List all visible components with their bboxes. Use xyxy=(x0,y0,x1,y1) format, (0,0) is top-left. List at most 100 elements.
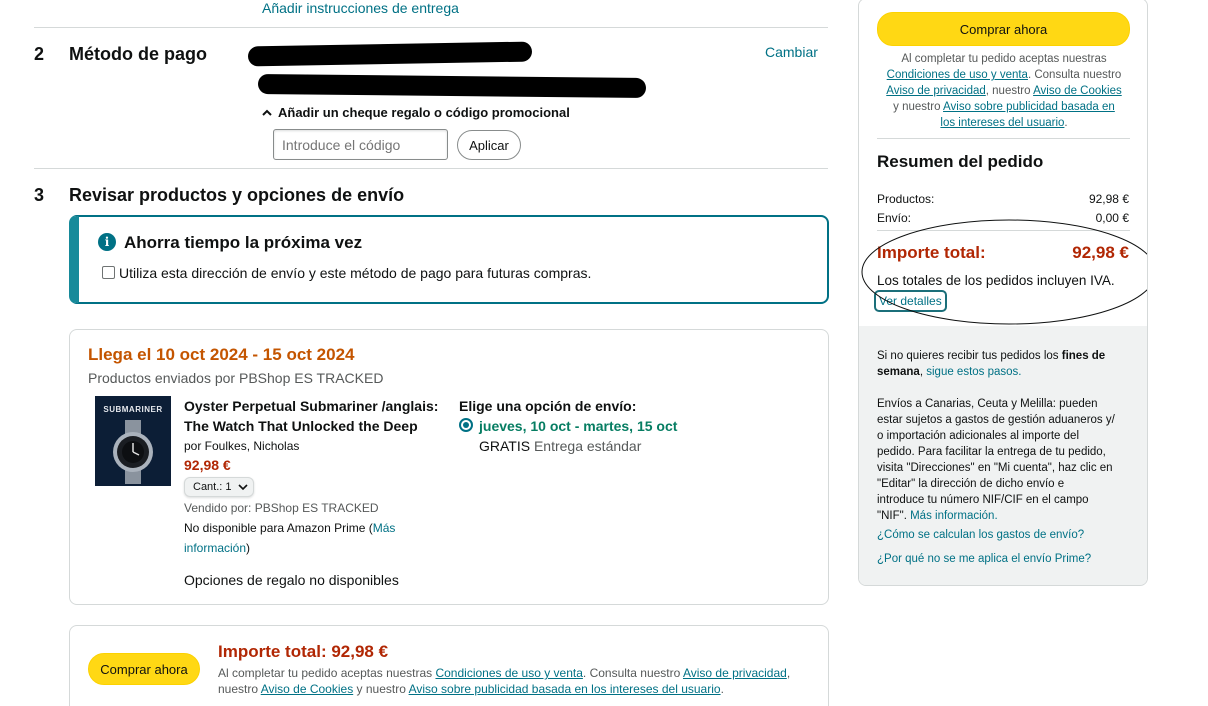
cover-title: SUBMARINER xyxy=(103,405,163,414)
ads-notice-link-2[interactable]: los intereses del usuario xyxy=(940,117,1064,129)
chevron-up-icon xyxy=(262,109,272,116)
divider xyxy=(34,168,828,169)
save-preferences-label: Utiliza esta dirección de envío y este m… xyxy=(119,265,592,281)
sold-by: Vendido por: PBShop ES TRACKED xyxy=(184,501,379,515)
watch-icon xyxy=(113,420,153,484)
change-payment-link[interactable]: Cambiar xyxy=(765,44,818,60)
buy-now-button-bottom[interactable]: Comprar ahora xyxy=(88,653,200,685)
canarias-line: visita "Direcciones" en "Mi cuenta", haz… xyxy=(877,462,1113,474)
apply-promo-button[interactable]: Aplicar xyxy=(457,130,521,160)
free-label: GRATIS xyxy=(479,438,531,454)
legal-text: . Consulta nuestro xyxy=(582,666,681,680)
legal-text: . xyxy=(720,682,724,696)
arrival-date: Llega el 10 oct 2024 - 15 oct 2024 xyxy=(88,345,355,364)
prime-note-line2: información) xyxy=(184,541,250,555)
payment-method-title: Método de pago xyxy=(69,44,207,64)
legal-text: Al completar tu pedido aceptas nuestras xyxy=(218,666,433,680)
quantity-label: Cant.: 1 xyxy=(193,481,232,493)
more-info-link[interactable]: Más información. xyxy=(910,510,998,522)
legal-line: Condiciones de uso y venta. Consulta nue… xyxy=(859,67,1147,83)
legal-text: y nuestro xyxy=(893,101,941,113)
add-delivery-instructions-link[interactable]: Añadir instrucciones de entrega xyxy=(262,0,459,16)
weekend-steps-link[interactable]: sigue estos pasos. xyxy=(926,366,1021,378)
save-time-info-box: i Ahorra tiempo la próxima vez Utiliza e… xyxy=(69,215,829,304)
product-title[interactable]: Oyster Perpetual Submariner /anglais: xyxy=(184,398,438,414)
prime-note: No disponible para Amazon Prime (Más xyxy=(184,521,395,535)
divider xyxy=(34,27,828,28)
shipping-option-cost: GRATIS Entrega estándar xyxy=(479,438,641,454)
canarias-line: "NIF". Más información. xyxy=(877,508,1147,524)
legal-text: . Consulta nuestro xyxy=(1027,69,1122,81)
bottom-total: Importe total: 92,98 € xyxy=(218,642,388,662)
weekend-text-2: , xyxy=(919,366,924,378)
product-price: 92,98 € xyxy=(184,457,231,473)
prime-shipping-link[interactable]: ¿Por qué no se me aplica el envío Prime? xyxy=(877,553,1091,565)
weekend-note: Si no quieres recibir tus pedidos los fi… xyxy=(877,348,1142,380)
divider xyxy=(877,138,1130,139)
canarias-line: introduce tu número NIF/CIF en el campo xyxy=(877,494,1089,506)
save-preferences-checkbox[interactable] xyxy=(102,266,115,279)
legal-text: . xyxy=(1064,117,1068,129)
products-label: Productos: xyxy=(877,192,935,206)
chevron-down-icon xyxy=(237,483,248,490)
promo-toggle-label: Añadir un cheque regalo o código promoci… xyxy=(278,105,570,120)
sidebar-legal: Al completar tu pedido aceptas nuestras … xyxy=(859,51,1147,131)
step-number-review: 3 xyxy=(34,185,45,205)
shipping-options-title: Elige una opción de envío: xyxy=(459,398,637,414)
buy-now-button[interactable]: Comprar ahora xyxy=(877,12,1130,46)
order-summary-title: Resumen del pedido xyxy=(877,152,1044,171)
legal-line: Al completar tu pedido aceptas nuestras xyxy=(859,51,1147,67)
legal-text: nuestro xyxy=(218,682,259,696)
privacy-link[interactable]: Aviso de privacidad xyxy=(886,85,986,97)
prime-more-info-link-2[interactable]: información xyxy=(184,541,246,555)
prime-more-info-link[interactable]: Más xyxy=(373,521,396,535)
product-image: SUBMARINER xyxy=(95,396,171,486)
redacted-payment-info xyxy=(247,41,533,67)
annotation-ellipse-icon xyxy=(861,219,1147,325)
products-value: 92,98 € xyxy=(1088,192,1129,206)
weekend-bold: fines de xyxy=(1061,350,1106,362)
legal-line: Aviso de privacidad, nuestro Aviso de Co… xyxy=(859,83,1147,99)
review-title: Revisar productos y opciones de envío xyxy=(69,185,405,205)
privacy-link-bottom[interactable]: Aviso de privacidad xyxy=(683,666,787,680)
promo-toggle[interactable]: Añadir un cheque regalo o código promoci… xyxy=(262,105,570,120)
product-author: por Foulkes, Nicholas xyxy=(184,439,300,453)
shipped-by: Productos enviados por PBShop ES TRACKED xyxy=(88,370,384,386)
info-box-title: Ahorra tiempo la próxima vez xyxy=(124,233,363,252)
bottom-total-label: Importe total: xyxy=(218,642,327,661)
bottom-total-value: 92,98 € xyxy=(331,642,389,661)
bottom-legal-line2: nuestro Aviso de Cookies y nuestro Aviso… xyxy=(218,682,724,696)
bottom-legal-line1: Al completar tu pedido aceptas nuestras … xyxy=(218,666,790,680)
canarias-line: o importación adicionales al importe del xyxy=(877,430,1079,442)
info-icon: i xyxy=(98,233,116,251)
product-title-line2[interactable]: The Watch That Unlocked the Deep xyxy=(184,418,418,434)
legal-text: y nuestro xyxy=(356,682,406,696)
ads-notice-link[interactable]: Aviso sobre publicidad basada en xyxy=(943,101,1115,113)
weekend-bold-2: semana xyxy=(877,366,920,378)
legal-text: , nuestro xyxy=(985,85,1031,97)
legal-line: los intereses del usuario. xyxy=(859,115,1147,131)
conditions-link-bottom[interactable]: Condiciones de uso y venta xyxy=(435,666,582,680)
legal-line: y nuestro Aviso sobre publicidad basada … xyxy=(859,99,1147,115)
shipping-cost-link[interactable]: ¿Cómo se calculan los gastos de envío? xyxy=(877,529,1084,541)
shipping-option-radio[interactable] xyxy=(459,418,473,432)
conditions-link[interactable]: Condiciones de uso y venta xyxy=(887,69,1028,81)
step-number-payment: 2 xyxy=(34,44,45,64)
gift-options-unavailable: Opciones de regalo no disponibles xyxy=(184,572,399,588)
quantity-select[interactable]: Cant.: 1 xyxy=(184,477,254,497)
prime-note-close: ) xyxy=(246,541,251,555)
shipping-option-date[interactable]: jueves, 10 oct - martes, 15 oct xyxy=(479,418,677,434)
order-summary-sidebar: Comprar ahora Al completar tu pedido ace… xyxy=(858,0,1148,586)
ads-notice-link-bottom[interactable]: Aviso sobre publicidad basada en los int… xyxy=(409,682,721,696)
promo-code-input[interactable] xyxy=(273,129,448,160)
cookies-link-bottom[interactable]: Aviso de Cookies xyxy=(261,682,354,696)
canarias-line: pedido. Para facilitar la entrega de tu … xyxy=(877,446,1106,458)
canarias-line: Envíos a Canarias, Ceuta y Melilla: pued… xyxy=(877,398,1098,410)
canarias-line: "Editar" la dirección de dicho envío e xyxy=(877,478,1065,490)
legal-text: , xyxy=(786,666,791,680)
canarias-line: estar sujetos a gastos de gestión aduane… xyxy=(877,414,1115,426)
canarias-text: "NIF". xyxy=(877,510,907,522)
prime-note-text: No disponible para Amazon Prime ( xyxy=(184,521,373,535)
cookies-link[interactable]: Aviso de Cookies xyxy=(1033,85,1122,97)
redacted-payment-info xyxy=(257,73,647,99)
